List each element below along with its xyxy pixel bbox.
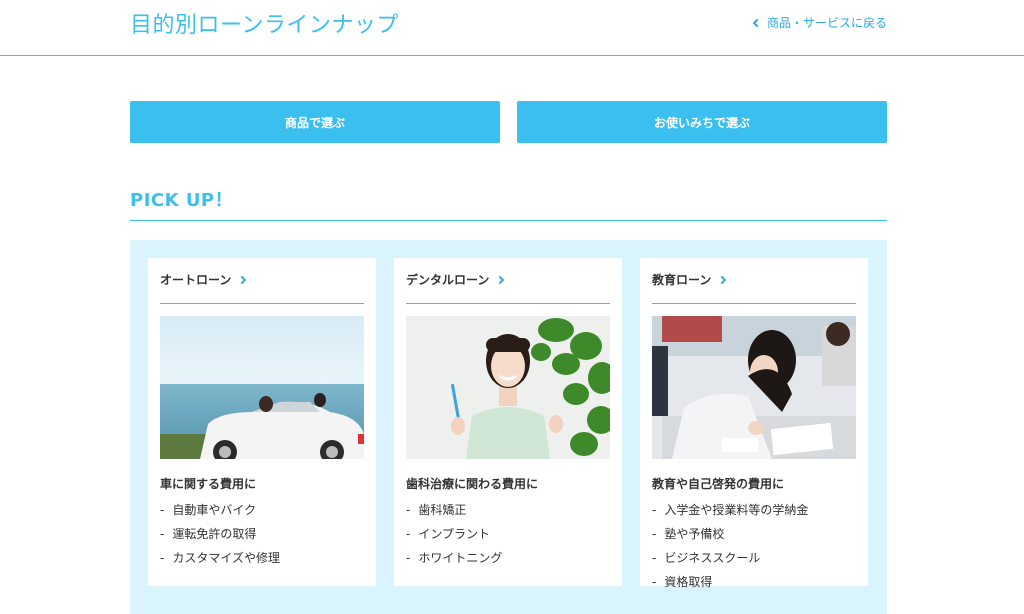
card-feature-list: - 歯科矯正 - インプラント - ホワイトニング: [406, 502, 610, 574]
card-title: デンタルローン: [406, 273, 490, 287]
card-subtitle: 車に関する費用に: [160, 477, 257, 491]
chevron-right-icon: [718, 275, 727, 284]
card-title: 教育ローン: [652, 273, 712, 287]
card-education-loan: 教育ローン 教育や自己啓発の費用に - 入学金や授業料等の学納金 - 塾や予備校 -…: [640, 258, 868, 589]
back-to-products-link[interactable]: 商品・サービスに戻る: [752, 14, 887, 31]
chevron-left-icon: [752, 18, 762, 27]
pickup-divider: [130, 220, 887, 221]
chevron-right-icon: [496, 275, 505, 284]
select-by-purpose-button[interactable]: お使いみちで選ぶ: [517, 101, 887, 143]
chevron-right-icon: [238, 275, 247, 284]
pickup-heading: PICK UP！: [130, 190, 234, 211]
list-item: - 塾や予備校: [652, 527, 725, 541]
list-item: - インプラント: [406, 527, 490, 541]
list-item: - カスタマイズや修理: [160, 551, 280, 565]
list-item: - ビジネススクール: [652, 551, 761, 565]
card-subtitle: 教育や自己啓発の費用に: [652, 477, 785, 491]
education-loan-photo[interactable]: [652, 316, 856, 459]
card-subtitle: 歯科治療に関わる費用に: [406, 477, 539, 491]
list-item: - ホワイトニング: [406, 551, 503, 565]
card-education-loan-link[interactable]: 教育ローン: [652, 270, 856, 304]
card-auto-loan: オートローン 車に関する費用に - 自動車やバイク - 運転免許の取得 - カス…: [148, 258, 376, 586]
card-dental-loan-link[interactable]: デンタルローン: [406, 270, 610, 304]
auto-loan-photo[interactable]: [160, 316, 364, 459]
card-feature-list: - 入学金や授業料等の学納金 - 塾や予備校 - ビジネススクール - 資格取得: [652, 502, 856, 598]
list-item: - 運転免許の取得: [160, 527, 257, 541]
card-auto-loan-link[interactable]: オートローン: [160, 270, 364, 304]
card-feature-list: - 自動車やバイク - 運転免許の取得 - カスタマイズや修理: [160, 502, 364, 574]
dental-loan-photo[interactable]: [406, 316, 610, 459]
page-header: 目的別ローンラインナップ 商品・サービスに戻る: [0, 0, 1024, 56]
card-title: オートローン: [160, 273, 232, 287]
page-title: 目的別ローンラインナップ: [130, 13, 399, 38]
list-item: - 資格取得: [652, 575, 713, 589]
list-item: - 歯科矯正: [406, 503, 467, 517]
back-link-label: 商品・サービスに戻る: [766, 16, 887, 30]
card-dental-loan: デンタルローン 歯科治療に関わる費用に - 歯科矯正 - インプラント - ホワイトニ…: [394, 258, 622, 586]
list-item: - 自動車やバイク: [160, 503, 257, 517]
select-by-product-button[interactable]: 商品で選ぶ: [130, 101, 500, 143]
list-item: - 入学金や授業料等の学納金: [652, 503, 809, 517]
